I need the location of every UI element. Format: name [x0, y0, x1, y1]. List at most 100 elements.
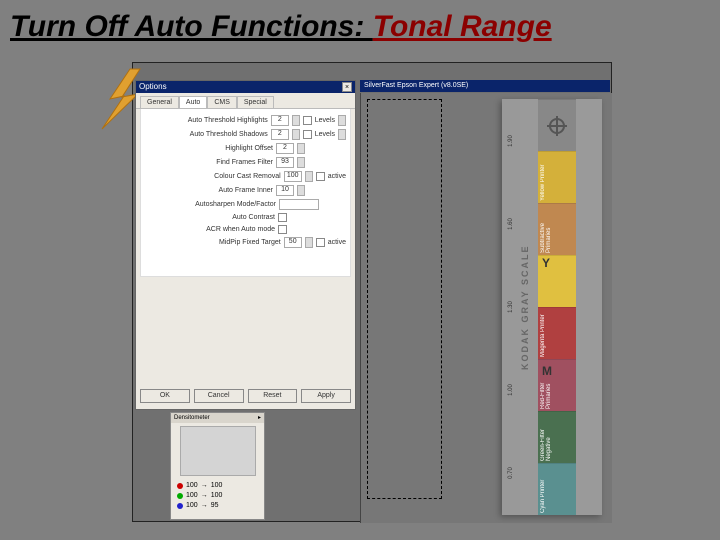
spinner[interactable]	[297, 157, 305, 168]
checkbox-levels-sh[interactable]	[303, 130, 312, 139]
density-val: 0.70	[508, 464, 514, 482]
ok-button[interactable]: OK	[140, 389, 190, 403]
checkbox-cast-active[interactable]	[316, 172, 325, 181]
dot-red-icon	[177, 483, 183, 489]
title-black: Turn Off Auto Functions:	[10, 10, 373, 43]
arrow-icon: →	[201, 501, 208, 511]
tab-special[interactable]: Special	[237, 96, 274, 108]
density-val: 1.90	[508, 132, 514, 150]
row-midpip: MidPip Fixed Target 50 active	[145, 237, 346, 248]
row-color-cast: Colour Cast Removal 100 active	[145, 171, 346, 182]
dens-b-out: 95	[211, 501, 219, 511]
spinner[interactable]	[292, 129, 300, 140]
letter-m: M	[542, 364, 552, 378]
dens-row-g: 100 → 100	[177, 491, 258, 501]
spinner[interactable]	[338, 115, 346, 126]
checklabel-cast-active: active	[328, 173, 346, 180]
options-button-row: OK Cancel Reset Apply	[140, 389, 351, 403]
title-red: Tonal Range	[373, 10, 552, 43]
checkbox-levels-hi[interactable]	[303, 116, 312, 125]
input-highlight-offset[interactable]: 2	[276, 143, 294, 154]
patch-teal: Cyan Printer	[538, 463, 576, 515]
input-auto-frame[interactable]: 10	[276, 185, 294, 196]
label-color-cast: Colour Cast Removal	[145, 173, 281, 180]
reset-button[interactable]: Reset	[248, 389, 298, 403]
panel-toggle-icon[interactable]: ▸	[258, 413, 261, 423]
label-auto-contrast: Auto Contrast	[145, 214, 275, 221]
row-acr-auto: ACR when Auto mode	[145, 225, 346, 234]
selection-marquee[interactable]	[367, 99, 442, 499]
label-autosharpen: Autosharpen Mode/Factor	[145, 201, 276, 208]
densitometer-titlebar[interactable]: Densitometer ▸	[171, 413, 264, 423]
row-auto-contrast: Auto Contrast	[145, 213, 346, 222]
tab-auto[interactable]: Auto	[179, 96, 207, 108]
spinner[interactable]	[305, 171, 313, 182]
close-icon[interactable]: ×	[342, 82, 352, 92]
input-auto-thresh-sh[interactable]: 2	[271, 129, 289, 140]
options-tabs: General Auto CMS Special	[136, 93, 355, 109]
label-midpip: MidPip Fixed Target	[145, 239, 281, 246]
tab-general[interactable]: General	[140, 96, 179, 108]
label-find-frames: Find Frames Filter	[145, 159, 273, 166]
checkbox-midpip-active[interactable]	[316, 238, 325, 247]
kodak-scale-target: 1.90 1.60 1.30 1.00 0.70 KODAK GRAY SCAL…	[502, 99, 602, 515]
scan-preview-pane[interactable]: 1.90 1.60 1.30 1.00 0.70 KODAK GRAY SCAL…	[360, 93, 612, 523]
patch-red-label: Magenta Printer	[540, 310, 546, 357]
label-acr-auto: ACR when Auto mode	[145, 226, 275, 233]
checklabel-levels-sh: Levels	[315, 131, 335, 138]
dens-g-out: 100	[211, 491, 223, 501]
spinner[interactable]	[297, 143, 305, 154]
options-dialog: Options × General Auto CMS Special Auto …	[135, 80, 356, 410]
densitometer-title: Densitometer	[174, 413, 210, 423]
dropdown-autosharpen[interactable]	[279, 199, 319, 210]
dot-blue-icon	[177, 503, 183, 509]
density-val: 1.60	[508, 215, 514, 233]
checklabel-midpip-active: active	[328, 239, 346, 246]
patch-yellow: Yellow Printer	[538, 151, 576, 203]
input-auto-thresh-hi[interactable]: 2	[271, 115, 289, 126]
dot-green-icon	[177, 493, 183, 499]
checkbox-acr-auto[interactable]	[278, 225, 287, 234]
density-val: 1.00	[508, 381, 514, 399]
spinner[interactable]	[305, 237, 313, 248]
patch-green-label: Green-Filter Negative	[540, 414, 552, 461]
patch-red: Magenta Printer	[538, 307, 576, 359]
cancel-button[interactable]: Cancel	[194, 389, 244, 403]
patch-yellow-label: Yellow Printer	[540, 154, 546, 201]
label-auto-thresh-hi: Auto Threshold Highlights	[145, 117, 268, 124]
spinner[interactable]	[338, 129, 346, 140]
arrow-icon: →	[201, 491, 208, 501]
row-autosharpen: Autosharpen Mode/Factor	[145, 199, 346, 210]
dens-g-in: 100	[186, 491, 198, 501]
row-find-frames: Find Frames Filter 93	[145, 157, 346, 168]
dens-b-in: 100	[186, 501, 198, 511]
options-title: Options	[139, 81, 167, 93]
color-patches: Yellow Printer Subtractive Primaries Y M…	[538, 99, 576, 515]
dens-r-in: 100	[186, 481, 198, 491]
input-color-cast[interactable]: 100	[284, 171, 302, 182]
scanner-window-titlebar: SilverFast Epson Expert (v8.0SE)	[360, 80, 610, 92]
patch-teal-label: Cyan Printer	[540, 466, 546, 513]
apply-button[interactable]: Apply	[301, 389, 351, 403]
patch-y-letter: Y	[538, 255, 576, 307]
densitometer-panel[interactable]: Densitometer ▸ 100 → 100 100 → 100 100 →…	[170, 412, 265, 520]
checkbox-auto-contrast[interactable]	[278, 213, 287, 222]
spinner[interactable]	[297, 185, 305, 196]
label-highlight-offset: Highlight Offset	[145, 145, 273, 152]
tab-cms[interactable]: CMS	[207, 96, 237, 108]
options-titlebar[interactable]: Options ×	[136, 81, 355, 93]
spinner[interactable]	[292, 115, 300, 126]
row-auto-thresh-highlights: Auto Threshold Highlights 2 Levels	[145, 115, 346, 126]
input-midpip[interactable]: 50	[284, 237, 302, 248]
densitometer-preview	[180, 426, 256, 476]
registration-target-icon	[538, 99, 576, 151]
options-body: Auto Threshold Highlights 2 Levels Auto …	[140, 109, 351, 277]
dens-row-b: 100 → 95	[177, 501, 258, 511]
dens-r-out: 100	[211, 481, 223, 491]
patch-magenta: Red-Filter Primaries M	[538, 359, 576, 411]
patch-orange-label: Subtractive Primaries	[540, 206, 552, 253]
density-val: 1.30	[508, 298, 514, 316]
checklabel-levels-hi: Levels	[315, 117, 335, 124]
label-auto-frame: Auto Frame Inner	[145, 187, 273, 194]
input-find-frames[interactable]: 93	[276, 157, 294, 168]
